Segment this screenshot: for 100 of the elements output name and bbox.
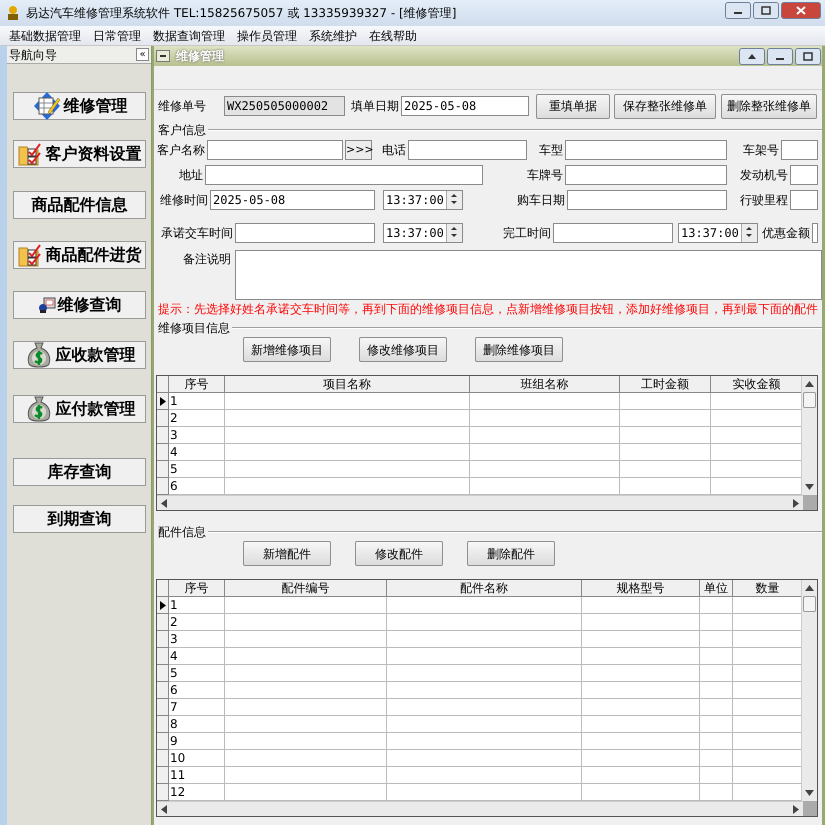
column-header[interactable]: 配件名称: [387, 580, 582, 597]
menu-item[interactable]: 操作员管理: [232, 26, 302, 44]
nav-button[interactable]: 应付款管理: [13, 395, 146, 423]
field-label: 填单日期: [351, 99, 399, 113]
column-header[interactable]: 工时金额: [620, 376, 711, 393]
field-label: 车型: [539, 143, 563, 157]
action-button[interactable]: 保存整张维修单: [614, 94, 716, 118]
close-button[interactable]: [781, 2, 821, 18]
menu-item[interactable]: 系统维护: [304, 26, 362, 44]
input-field[interactable]: [207, 140, 343, 160]
input-field[interactable]: WX250505000002: [224, 96, 345, 116]
input-field[interactable]: 2025-05-08: [401, 96, 529, 116]
table-cell: [700, 682, 733, 699]
action-button[interactable]: 修改维修项目: [359, 337, 447, 362]
row-header[interactable]: [157, 597, 169, 614]
menu-item[interactable]: 数据查询管理: [148, 26, 230, 44]
nav-button[interactable]: 应收款管理: [13, 341, 146, 369]
nav-button[interactable]: 库存查询: [13, 458, 146, 486]
right-arrow-icon: [793, 498, 799, 508]
horizontal-scrollbar[interactable]: [157, 495, 803, 510]
close-icon: [796, 6, 806, 14]
column-header[interactable]: 项目名称: [225, 376, 470, 393]
group-title: 客户信息: [157, 123, 207, 137]
minimize-button[interactable]: [156, 50, 170, 62]
action-button[interactable]: 新增维修项目: [243, 337, 331, 362]
nav-button[interactable]: 维修管理: [13, 92, 146, 120]
maximize-icon: [803, 52, 813, 60]
scroll-thumb[interactable]: [803, 392, 816, 408]
time-field[interactable]: 13:37:00: [383, 190, 463, 210]
input-field[interactable]: [790, 190, 818, 210]
table-cell: 7: [169, 699, 225, 716]
input-field[interactable]: [205, 165, 483, 185]
horizontal-scrollbar[interactable]: [157, 801, 803, 816]
field-label: 优惠金额: [762, 226, 810, 240]
input-field[interactable]: [567, 190, 727, 210]
menu-item[interactable]: 在线帮助: [364, 26, 422, 44]
field-label: 发动机号: [740, 168, 788, 182]
spin-buttons[interactable]: [446, 224, 462, 242]
menu-item[interactable]: 基础数据管理: [4, 26, 86, 44]
vertical-scrollbar[interactable]: [801, 580, 817, 801]
field-label: 车牌号: [527, 168, 563, 182]
lookup-button[interactable]: >>>: [345, 140, 372, 160]
time-field[interactable]: 13:37:00: [383, 223, 463, 243]
table-cell: [700, 716, 733, 733]
remark-field[interactable]: [235, 250, 822, 300]
table-cell: [700, 750, 733, 767]
up-arrow-icon: [748, 54, 756, 58]
input-field[interactable]: [408, 140, 527, 160]
table-cell: 5: [169, 665, 225, 682]
input-field[interactable]: [812, 223, 818, 243]
nav-button[interactable]: 商品配件信息: [13, 191, 146, 219]
action-button[interactable]: 重填单据: [536, 94, 610, 118]
collapse-button[interactable]: «: [136, 48, 149, 61]
action-button[interactable]: 删除配件: [467, 541, 555, 566]
input-field[interactable]: [235, 223, 375, 243]
action-button[interactable]: 删除维修项目: [475, 337, 563, 362]
vertical-scrollbar[interactable]: [801, 376, 817, 495]
column-header[interactable]: 单位: [700, 580, 733, 597]
input-field[interactable]: [781, 140, 818, 160]
down-arrow-icon: [805, 790, 814, 796]
maximize-button[interactable]: [753, 2, 779, 18]
input-field[interactable]: [565, 165, 727, 185]
input-field[interactable]: [553, 223, 673, 243]
column-header[interactable]: 班组名称: [470, 376, 620, 393]
nav-button[interactable]: 商品配件进货: [13, 241, 146, 269]
nav-button[interactable]: 维修查询: [13, 291, 146, 319]
folder-check-icon: [18, 242, 44, 268]
time-field[interactable]: 13:37:00: [678, 223, 758, 243]
menu-item[interactable]: 日常管理: [88, 26, 146, 44]
action-button[interactable]: 新增配件: [243, 541, 331, 566]
table-cell: [700, 665, 733, 682]
spin-buttons[interactable]: [741, 224, 757, 242]
field-label: 完工时间: [503, 226, 551, 240]
minimize-icon: [776, 58, 784, 60]
nav-button[interactable]: 到期查询: [13, 505, 146, 533]
input-field[interactable]: [790, 165, 818, 185]
column-header[interactable]: 配件编号: [225, 580, 387, 597]
table-cell: [700, 631, 733, 648]
field-label: 电话: [382, 143, 406, 157]
action-button[interactable]: 删除整张维修单: [721, 94, 817, 118]
table-cell: 10: [169, 750, 225, 767]
maximize-button[interactable]: [795, 48, 821, 64]
field-label: 车架号: [743, 143, 779, 157]
minimize-button[interactable]: [725, 2, 751, 18]
hint-text: 提示：先选择好姓名承诺交车时间等，再到下面的维修项目信息，点新增维修项目按钮，添加好维修项目，再到最下面的配件: [158, 301, 818, 318]
scroll-thumb[interactable]: [803, 596, 816, 612]
input-field[interactable]: 2025-05-08: [210, 190, 375, 210]
input-field[interactable]: [565, 140, 727, 160]
nav-button[interactable]: 客户资料设置: [13, 140, 146, 168]
row-header[interactable]: [157, 393, 169, 410]
field-label: 地址: [179, 168, 203, 182]
spin-buttons[interactable]: [446, 191, 462, 209]
column-header[interactable]: 规格型号: [582, 580, 700, 597]
table-cell: 8: [169, 716, 225, 733]
table-cell: 2: [169, 614, 225, 631]
minimize-button[interactable]: [767, 48, 793, 64]
collapse-up-button[interactable]: [739, 48, 765, 64]
minimize-icon: [734, 12, 742, 14]
table-cell: [700, 614, 733, 631]
action-button[interactable]: 修改配件: [355, 541, 443, 566]
